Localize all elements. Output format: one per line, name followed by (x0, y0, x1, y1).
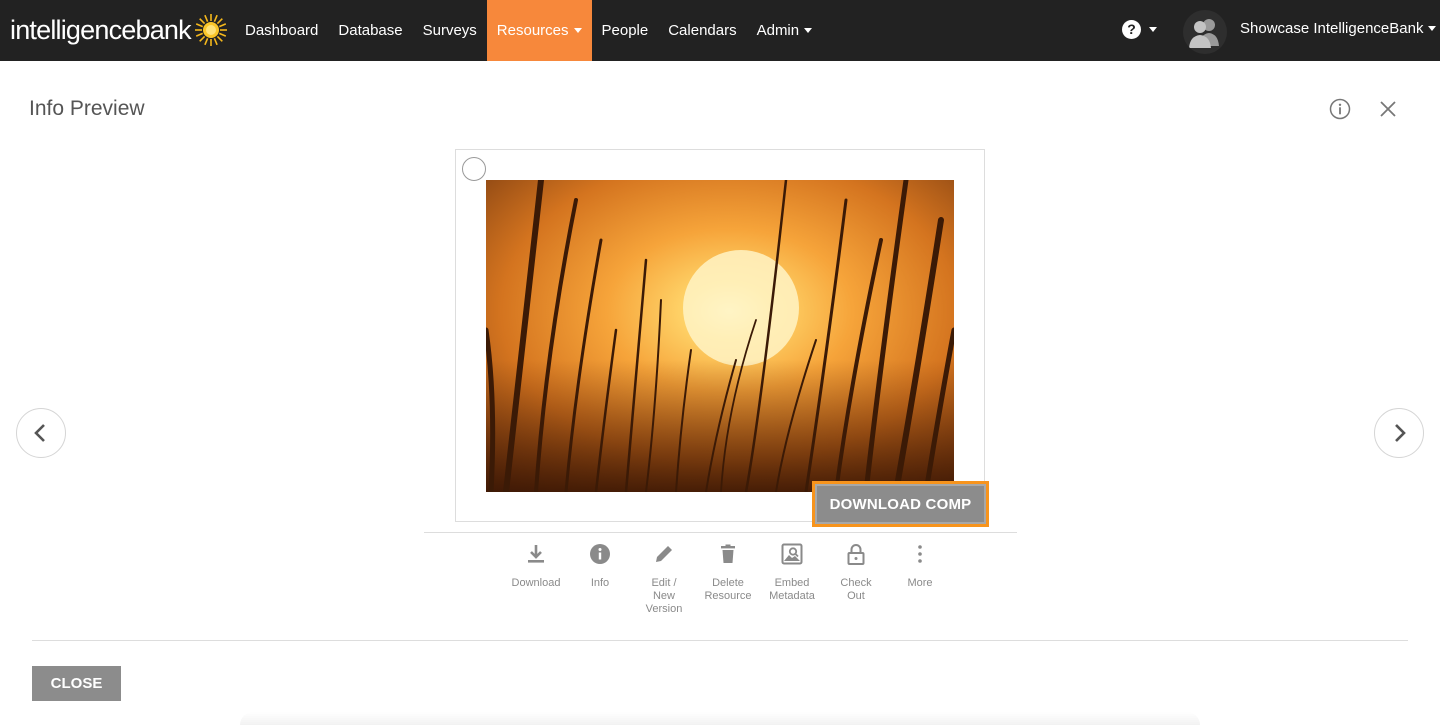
download-comp-button[interactable]: DOWNLOAD COMP (812, 481, 989, 527)
info-action[interactable]: Info (568, 542, 632, 616)
nav-item-people[interactable]: People (592, 0, 659, 61)
help-menu[interactable]: ? (1122, 20, 1157, 39)
brand-logo[interactable]: intelligencebank (10, 10, 228, 50)
nav-label: Resources (496, 22, 569, 39)
close-button[interactable]: CLOSE (32, 666, 121, 701)
action-label: Download (511, 577, 561, 589)
check-out-action[interactable]: Check Out (824, 542, 888, 616)
nav-label: Calendars (668, 22, 737, 39)
nav-item-calendars[interactable]: Calendars (658, 0, 746, 61)
bottom-shadow (240, 712, 1200, 725)
more-action[interactable]: More (888, 542, 952, 616)
action-label: Edit / New Version (645, 577, 683, 615)
chevron-right-icon (1395, 424, 1406, 442)
sun-logo-icon (194, 14, 227, 46)
download-icon (528, 545, 544, 563)
nav-label: Surveys (422, 22, 477, 39)
main-nav: Dashboard Database Surveys Resources Peo… (235, 0, 822, 61)
trash-icon (721, 544, 735, 563)
nav-label: People (601, 22, 649, 39)
nav-item-resources[interactable]: Resources (486, 0, 592, 61)
next-button[interactable] (1374, 408, 1424, 458)
caret-down-icon (1149, 27, 1157, 32)
download-action[interactable]: Download (504, 542, 568, 616)
caret-down-icon (804, 28, 813, 33)
embed-metadata-icon (781, 543, 803, 565)
delete-resource-action[interactable]: Delete Resource (696, 542, 760, 616)
action-label: Embed Metadata (769, 577, 815, 602)
nav-label: Database (338, 22, 403, 39)
user-name: Showcase IntelligenceBank (1240, 20, 1424, 37)
action-label: Info (590, 577, 610, 589)
nav-item-database[interactable]: Database (328, 0, 412, 61)
divider (424, 532, 1017, 533)
lock-icon (847, 544, 865, 565)
divider (32, 640, 1408, 641)
user-group-icon (1189, 19, 1219, 48)
help-icon: ? (1122, 20, 1141, 39)
user-menu[interactable]: Showcase IntelligenceBank (1240, 20, 1437, 37)
preview-frame (455, 149, 985, 522)
pencil-icon (656, 546, 672, 562)
logo-text: intelligencebank (10, 14, 192, 45)
avatar[interactable] (1183, 10, 1227, 54)
action-label: More (907, 577, 933, 589)
preview-image[interactable] (486, 180, 954, 492)
info-icon[interactable] (1329, 98, 1351, 120)
nav-item-admin[interactable]: Admin (747, 0, 823, 61)
action-label: Check Out (840, 577, 872, 602)
page-title: Info Preview (29, 97, 145, 120)
select-checkbox[interactable] (462, 157, 486, 181)
caret-down-icon (573, 28, 582, 33)
action-label: Delete Resource (704, 577, 752, 602)
info-icon (590, 544, 610, 564)
nav-label: Admin (756, 22, 800, 39)
more-vertical-icon (918, 545, 922, 563)
top-nav-bar: intelligencebank Dashboard Database Surv… (0, 0, 1440, 61)
caret-down-icon (1428, 26, 1437, 31)
nav-item-dashboard[interactable]: Dashboard (235, 0, 328, 61)
chevron-left-icon (34, 424, 45, 442)
embed-metadata-action[interactable]: Embed Metadata (760, 542, 824, 616)
close-icon[interactable] (1378, 99, 1398, 119)
previous-button[interactable] (16, 408, 66, 458)
nav-label: Dashboard (245, 22, 319, 39)
edit-new-version-action[interactable]: Edit / New Version (632, 542, 696, 616)
nav-item-surveys[interactable]: Surveys (413, 0, 487, 61)
actions-toolbar: Download Info Edit / New Version Delete … (504, 542, 952, 616)
